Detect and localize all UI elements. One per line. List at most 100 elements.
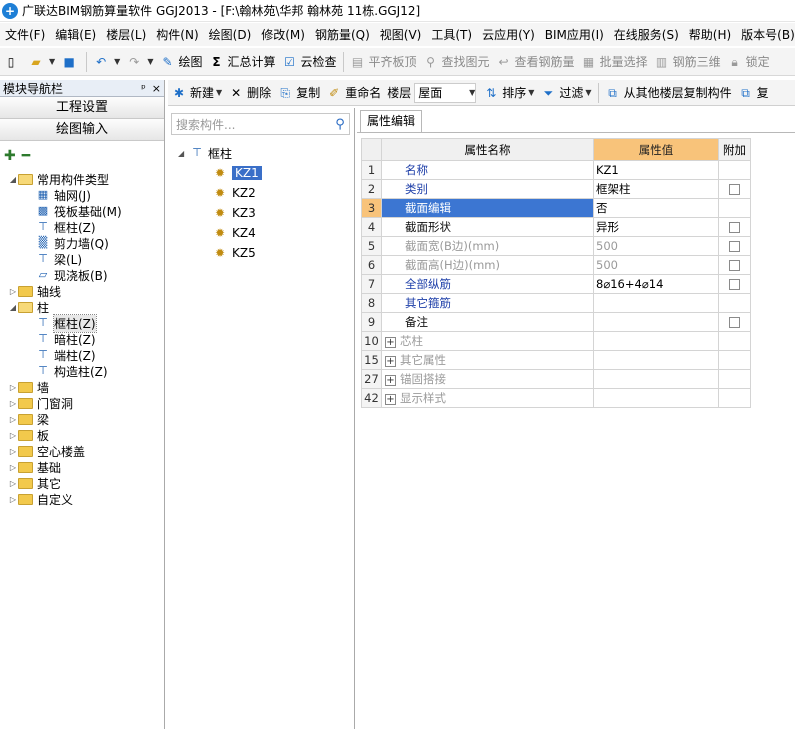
menu-tools[interactable]: 工具(T) — [426, 24, 477, 46]
search-icon[interactable]: ⚲ — [331, 117, 349, 132]
close-icon[interactable]: × — [152, 82, 161, 95]
save-button[interactable]: ■ — [58, 50, 83, 74]
delete-component-button[interactable]: ✕ 删除 — [225, 81, 274, 105]
attach-checkbox[interactable] — [729, 184, 740, 195]
expand-arrow-icon[interactable]: ▷ — [8, 463, 18, 472]
expand-arrow-icon[interactable]: ▷ — [8, 287, 18, 296]
cloud-check-button[interactable]: ☑ 云检查 — [279, 50, 340, 74]
sum-calc-button[interactable]: Σ 汇总计算 — [205, 50, 278, 74]
component-item[interactable]: ✹ KZ5 — [168, 243, 354, 263]
expand-arrow-icon[interactable]: ▷ — [8, 415, 18, 424]
menu-rebar-qty[interactable]: 钢筋量(Q) — [310, 24, 375, 46]
property-value-cell[interactable] — [593, 331, 719, 351]
property-row[interactable]: 3 截面编辑 否 — [361, 198, 751, 218]
menu-bim[interactable]: BIM应用(I) — [540, 24, 609, 46]
component-item[interactable]: ✹ KZ2 — [168, 183, 354, 203]
nav-tree-item[interactable]: ▷ 梁 — [0, 411, 164, 427]
nav-tree-item[interactable]: ▦ 轴网(J) — [0, 187, 164, 203]
floor-select[interactable]: 屋面 ▼ — [414, 82, 477, 103]
new-component-button[interactable]: ✱ 新建 ▼ — [168, 81, 225, 105]
component-item[interactable]: ✹ KZ3 — [168, 203, 354, 223]
sort-button[interactable]: ⇅ 排序 ▼ — [480, 81, 537, 105]
nav-tree-item[interactable]: ▱ 现浇板(B) — [0, 267, 164, 283]
property-value-cell[interactable]: 500 — [593, 255, 719, 275]
nav-tree-item[interactable]: ⊤ 框柱(Z) — [0, 219, 164, 235]
nav-tree-item[interactable]: ▒ 剪力墙(Q) — [0, 235, 164, 251]
nav-tree-item[interactable]: ⊤ 框柱(Z) — [0, 313, 164, 333]
flush-slab-button[interactable]: ▤ 平齐板顶 — [347, 50, 420, 74]
menu-floor[interactable]: 楼层(L) — [101, 24, 151, 46]
redo-button[interactable]: ↷ ▼ — [123, 50, 156, 74]
nav-tree-item[interactable]: ◢ 柱 — [0, 299, 164, 315]
nav-tree-item[interactable]: ▷ 空心楼盖 — [0, 443, 164, 459]
open-file-button[interactable]: ▰ ▼ — [25, 50, 58, 74]
component-root[interactable]: ◢ ⊤ 框柱 — [168, 143, 354, 163]
property-value-cell[interactable]: 否 — [593, 198, 719, 218]
project-settings-button[interactable]: 工程设置 — [0, 97, 164, 119]
nav-tree-item[interactable]: ▷ 基础 — [0, 459, 164, 475]
menu-view[interactable]: 视图(V) — [375, 24, 427, 46]
property-value-cell[interactable] — [593, 293, 719, 313]
nav-tree-item[interactable]: ⊤ 端柱(Z) — [0, 347, 164, 363]
menu-component[interactable]: 构件(N) — [151, 24, 203, 46]
menu-version[interactable]: 版本号(B) — [736, 24, 795, 46]
expand-arrow-icon[interactable]: ▷ — [8, 479, 18, 488]
property-row[interactable]: 9 备注 — [361, 312, 751, 332]
nav-tree-item[interactable]: ▷ 板 — [0, 427, 164, 443]
property-value-cell[interactable]: 异形 — [593, 217, 719, 237]
expand-arrow-icon[interactable]: ▷ — [8, 399, 18, 408]
attach-checkbox[interactable] — [729, 222, 740, 233]
property-value-cell[interactable] — [593, 312, 719, 332]
menu-modify[interactable]: 修改(M) — [256, 24, 310, 46]
expand-arrow-icon[interactable]: ▷ — [8, 431, 18, 440]
property-row[interactable]: 6 截面高(H边)(mm) 500 — [361, 255, 751, 275]
expand-arrow-icon[interactable]: ▷ — [8, 495, 18, 504]
collapse-all-icon[interactable]: ━ — [22, 148, 30, 164]
property-row[interactable]: 27 + 锚固搭接 — [361, 369, 751, 389]
filter-button[interactable]: ⏷ 过滤 ▼ — [537, 81, 594, 105]
expand-plus-icon[interactable]: + — [385, 337, 396, 348]
property-row[interactable]: 7 全部纵筋 8⌀16+4⌀14 — [361, 274, 751, 294]
nav-tree-item[interactable]: ▷ 轴线 — [0, 283, 164, 299]
property-row[interactable]: 15 + 其它属性 — [361, 350, 751, 370]
drawing-input-button[interactable]: 绘图输入 — [0, 119, 164, 141]
property-value-cell[interactable]: 8⌀16+4⌀14 — [593, 274, 719, 294]
expand-all-icon[interactable]: ✚ — [4, 148, 16, 164]
menu-draw[interactable]: 绘图(D) — [204, 24, 257, 46]
expand-arrow-icon[interactable]: ▷ — [8, 383, 18, 392]
expand-plus-icon[interactable]: + — [385, 375, 396, 386]
pin-icon[interactable]: ᵖ — [141, 82, 146, 95]
menu-file[interactable]: 文件(F) — [0, 24, 50, 46]
property-row[interactable]: 8 其它箍筋 — [361, 293, 751, 313]
nav-tree-item[interactable]: ▷ 墙 — [0, 379, 164, 395]
attach-checkbox[interactable] — [729, 260, 740, 271]
nav-tree-item[interactable]: ▷ 自定义 — [0, 491, 164, 507]
attach-checkbox[interactable] — [729, 241, 740, 252]
expand-arrow-icon[interactable]: ▷ — [8, 447, 18, 456]
copy-to-floor-button[interactable]: ⧉ 复 — [735, 81, 772, 105]
collapse-arrow-icon[interactable]: ◢ — [8, 303, 18, 312]
property-value-cell[interactable] — [593, 369, 719, 389]
collapse-arrow-icon[interactable]: ◢ — [178, 149, 190, 158]
property-row[interactable]: 42 + 显示样式 — [361, 388, 751, 408]
draw-button[interactable]: ✎ 绘图 — [156, 50, 205, 74]
component-search-input[interactable]: 搜索构件... ⚲ — [171, 113, 350, 135]
property-value-cell[interactable] — [593, 350, 719, 370]
rename-button[interactable]: ✐ 重命名 — [323, 81, 384, 105]
property-row[interactable]: 5 截面宽(B边)(mm) 500 — [361, 236, 751, 256]
expand-plus-icon[interactable]: + — [385, 394, 396, 405]
nav-tree-item[interactable]: ⊤ 梁(L) — [0, 251, 164, 267]
undo-button[interactable]: ↶ ▼ — [90, 50, 123, 74]
batch-select-button[interactable]: ▦ 批量选择 — [578, 50, 651, 74]
copy-component-button[interactable]: ⎘ 复制 — [274, 81, 323, 105]
nav-tree-item[interactable]: ⊤ 构造柱(Z) — [0, 363, 164, 379]
collapse-arrow-icon[interactable]: ◢ — [8, 175, 18, 184]
nav-tree-item[interactable]: ⊤ 暗柱(Z) — [0, 331, 164, 347]
component-item[interactable]: ✹ KZ1 — [168, 163, 354, 183]
tab-property-edit[interactable]: 属性编辑 — [360, 110, 423, 132]
copy-from-floor-button[interactable]: ⧉ 从其他楼层复制构件 — [602, 81, 735, 105]
property-row[interactable]: 2 类别 框架柱 — [361, 179, 751, 199]
property-value-cell[interactable] — [593, 388, 719, 408]
menu-edit[interactable]: 编辑(E) — [50, 24, 101, 46]
new-file-button[interactable]: ▯ — [0, 50, 25, 74]
